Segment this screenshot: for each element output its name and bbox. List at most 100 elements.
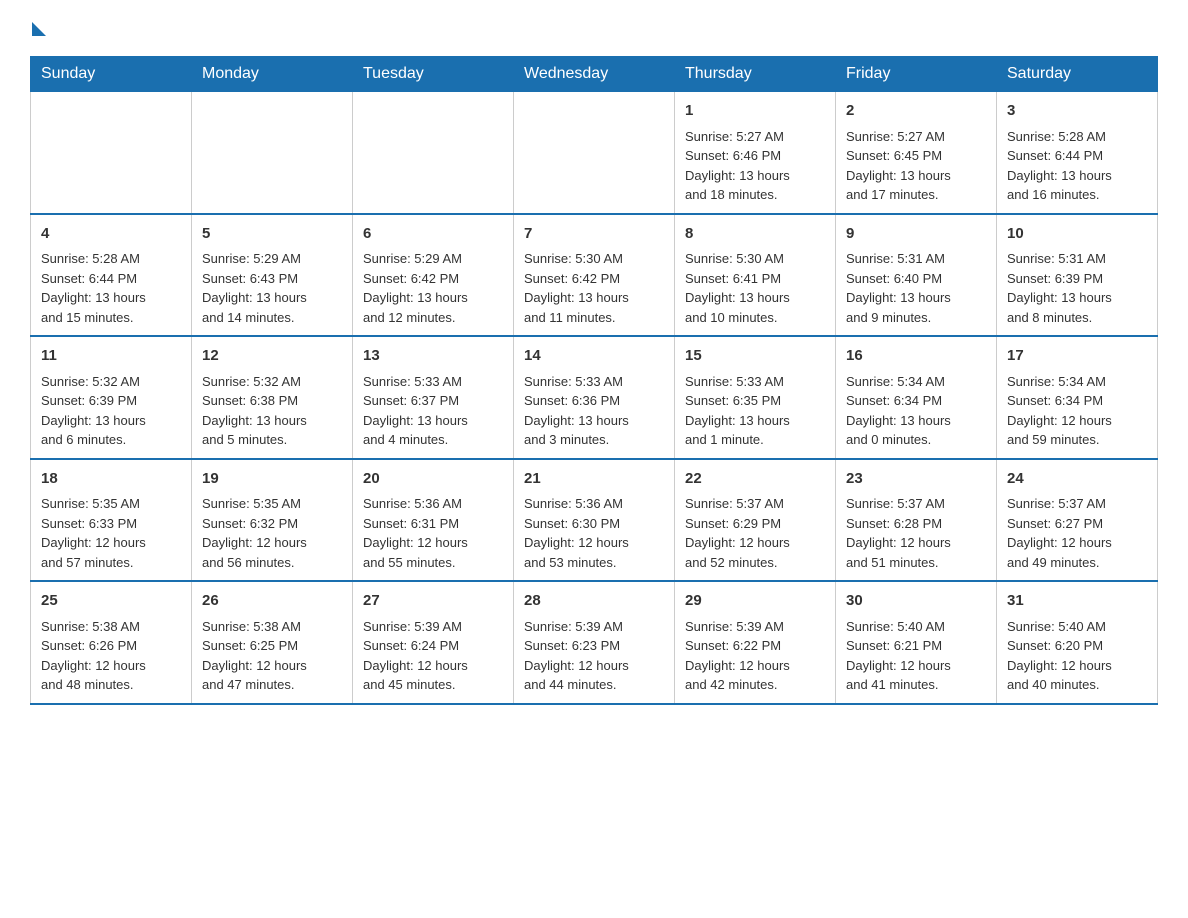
header-friday: Friday [836,57,997,92]
logo [30,20,46,36]
calendar-cell: 4 Sunrise: 5:28 AM Sunset: 6:44 PM Daylig… [31,214,192,337]
calendar-cell [192,92,353,214]
header-tuesday: Tuesday [353,57,514,92]
day-number: 30 [846,590,986,613]
calendar-cell: 13 Sunrise: 5:33 AM Sunset: 6:37 PM Dayli… [353,336,514,459]
calendar-cell: 21 Sunrise: 5:36 AM Sunset: 6:30 PM Dayli… [514,459,675,582]
day-info: Sunrise: 5:36 AM Sunset: 6:30 PM Dayligh… [524,494,664,572]
header-thursday: Thursday [675,57,836,92]
day-info: Sunrise: 5:33 AM Sunset: 6:36 PM Dayligh… [524,372,664,450]
calendar-header-row: SundayMondayTuesdayWednesdayThursdayFrid… [31,57,1158,92]
day-info: Sunrise: 5:30 AM Sunset: 6:41 PM Dayligh… [685,249,825,327]
day-number: 2 [846,100,986,123]
day-number: 11 [41,345,181,368]
logo-triangle-icon [32,22,46,36]
day-info: Sunrise: 5:37 AM Sunset: 6:27 PM Dayligh… [1007,494,1147,572]
day-info: Sunrise: 5:33 AM Sunset: 6:35 PM Dayligh… [685,372,825,450]
day-info: Sunrise: 5:35 AM Sunset: 6:33 PM Dayligh… [41,494,181,572]
calendar-cell: 10 Sunrise: 5:31 AM Sunset: 6:39 PM Dayli… [997,214,1158,337]
day-info: Sunrise: 5:28 AM Sunset: 6:44 PM Dayligh… [41,249,181,327]
day-number: 31 [1007,590,1147,613]
day-info: Sunrise: 5:28 AM Sunset: 6:44 PM Dayligh… [1007,127,1147,205]
day-number: 15 [685,345,825,368]
day-number: 14 [524,345,664,368]
header-saturday: Saturday [997,57,1158,92]
day-number: 9 [846,223,986,246]
day-number: 4 [41,223,181,246]
day-info: Sunrise: 5:39 AM Sunset: 6:24 PM Dayligh… [363,617,503,695]
day-info: Sunrise: 5:39 AM Sunset: 6:23 PM Dayligh… [524,617,664,695]
calendar-cell: 5Sunrise: 5:29 AM Sunset: 6:43 PM Daylig… [192,214,353,337]
day-number: 13 [363,345,503,368]
day-number: 10 [1007,223,1147,246]
day-info: Sunrise: 5:27 AM Sunset: 6:45 PM Dayligh… [846,127,986,205]
day-number: 19 [202,468,342,491]
day-number: 21 [524,468,664,491]
calendar-cell: 2 Sunrise: 5:27 AM Sunset: 6:45 PM Daylig… [836,92,997,214]
day-number: 3 [1007,100,1147,123]
day-info: Sunrise: 5:34 AM Sunset: 6:34 PM Dayligh… [1007,372,1147,450]
page-header [30,20,1158,36]
calendar-cell: 31 Sunrise: 5:40 AM Sunset: 6:20 PM Dayli… [997,581,1158,704]
calendar-cell: 18Sunrise: 5:35 AM Sunset: 6:33 PM Dayli… [31,459,192,582]
day-info: Sunrise: 5:38 AM Sunset: 6:26 PM Dayligh… [41,617,181,695]
day-info: Sunrise: 5:40 AM Sunset: 6:21 PM Dayligh… [846,617,986,695]
day-info: Sunrise: 5:40 AM Sunset: 6:20 PM Dayligh… [1007,617,1147,695]
calendar-week-row: 1Sunrise: 5:27 AM Sunset: 6:46 PM Daylig… [31,92,1158,214]
day-info: Sunrise: 5:32 AM Sunset: 6:39 PM Dayligh… [41,372,181,450]
header-wednesday: Wednesday [514,57,675,92]
calendar-cell: 1Sunrise: 5:27 AM Sunset: 6:46 PM Daylig… [675,92,836,214]
calendar-cell: 24Sunrise: 5:37 AM Sunset: 6:27 PM Dayli… [997,459,1158,582]
calendar-week-row: 11 Sunrise: 5:32 AM Sunset: 6:39 PM Dayli… [31,336,1158,459]
day-number: 16 [846,345,986,368]
day-info: Sunrise: 5:34 AM Sunset: 6:34 PM Dayligh… [846,372,986,450]
calendar-week-row: 18Sunrise: 5:35 AM Sunset: 6:33 PM Dayli… [31,459,1158,582]
day-info: Sunrise: 5:39 AM Sunset: 6:22 PM Dayligh… [685,617,825,695]
calendar-week-row: 4 Sunrise: 5:28 AM Sunset: 6:44 PM Daylig… [31,214,1158,337]
day-info: Sunrise: 5:38 AM Sunset: 6:25 PM Dayligh… [202,617,342,695]
day-number: 23 [846,468,986,491]
calendar-cell: 25 Sunrise: 5:38 AM Sunset: 6:26 PM Dayli… [31,581,192,704]
day-info: Sunrise: 5:29 AM Sunset: 6:42 PM Dayligh… [363,249,503,327]
day-number: 5 [202,223,342,246]
calendar-cell: 11 Sunrise: 5:32 AM Sunset: 6:39 PM Dayli… [31,336,192,459]
calendar-table: SundayMondayTuesdayWednesdayThursdayFrid… [30,56,1158,705]
day-number: 26 [202,590,342,613]
day-info: Sunrise: 5:31 AM Sunset: 6:39 PM Dayligh… [1007,249,1147,327]
calendar-cell: 28Sunrise: 5:39 AM Sunset: 6:23 PM Dayli… [514,581,675,704]
calendar-cell: 17 Sunrise: 5:34 AM Sunset: 6:34 PM Dayli… [997,336,1158,459]
header-sunday: Sunday [31,57,192,92]
day-number: 6 [363,223,503,246]
calendar-cell: 14 Sunrise: 5:33 AM Sunset: 6:36 PM Dayli… [514,336,675,459]
day-number: 27 [363,590,503,613]
day-info: Sunrise: 5:32 AM Sunset: 6:38 PM Dayligh… [202,372,342,450]
day-number: 25 [41,590,181,613]
day-info: Sunrise: 5:27 AM Sunset: 6:46 PM Dayligh… [685,127,825,205]
calendar-week-row: 25 Sunrise: 5:38 AM Sunset: 6:26 PM Dayli… [31,581,1158,704]
calendar-cell: 6 Sunrise: 5:29 AM Sunset: 6:42 PM Daylig… [353,214,514,337]
day-number: 29 [685,590,825,613]
calendar-cell: 22Sunrise: 5:37 AM Sunset: 6:29 PM Dayli… [675,459,836,582]
calendar-cell: 16 Sunrise: 5:34 AM Sunset: 6:34 PM Dayli… [836,336,997,459]
day-number: 8 [685,223,825,246]
day-info: Sunrise: 5:35 AM Sunset: 6:32 PM Dayligh… [202,494,342,572]
day-number: 12 [202,345,342,368]
calendar-cell [31,92,192,214]
calendar-cell: 20 Sunrise: 5:36 AM Sunset: 6:31 PM Dayli… [353,459,514,582]
calendar-cell [353,92,514,214]
day-number: 20 [363,468,503,491]
calendar-cell: 9 Sunrise: 5:31 AM Sunset: 6:40 PM Daylig… [836,214,997,337]
day-info: Sunrise: 5:36 AM Sunset: 6:31 PM Dayligh… [363,494,503,572]
day-info: Sunrise: 5:33 AM Sunset: 6:37 PM Dayligh… [363,372,503,450]
calendar-cell: 7 Sunrise: 5:30 AM Sunset: 6:42 PM Daylig… [514,214,675,337]
calendar-cell [514,92,675,214]
day-info: Sunrise: 5:30 AM Sunset: 6:42 PM Dayligh… [524,249,664,327]
day-info: Sunrise: 5:37 AM Sunset: 6:28 PM Dayligh… [846,494,986,572]
calendar-cell: 19 Sunrise: 5:35 AM Sunset: 6:32 PM Dayli… [192,459,353,582]
calendar-cell: 3 Sunrise: 5:28 AM Sunset: 6:44 PM Daylig… [997,92,1158,214]
calendar-cell: 30 Sunrise: 5:40 AM Sunset: 6:21 PM Dayli… [836,581,997,704]
day-number: 7 [524,223,664,246]
calendar-cell: 29 Sunrise: 5:39 AM Sunset: 6:22 PM Dayli… [675,581,836,704]
day-info: Sunrise: 5:31 AM Sunset: 6:40 PM Dayligh… [846,249,986,327]
day-number: 17 [1007,345,1147,368]
